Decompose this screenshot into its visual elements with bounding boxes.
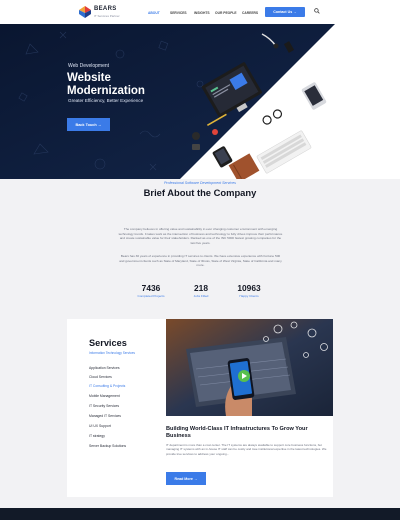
brief-kicker: Professional Software Development Servic…: [164, 181, 236, 185]
stat-value: 10963: [237, 283, 261, 293]
services-heading: Building World-Class IT Infrastructures …: [166, 426, 308, 439]
nav-our-people[interactable]: OUR PEOPLE: [215, 11, 237, 15]
services-paragraph: IT department is more than a cost center…: [166, 443, 327, 456]
service-item[interactable]: Server Backup Solutions: [89, 444, 126, 448]
site-header: BEARS IT Services Partner ABOUT SERVICES…: [0, 0, 400, 24]
search-icon[interactable]: [314, 8, 320, 14]
service-item[interactable]: UI UX Support: [89, 424, 111, 428]
hero-cta-button[interactable]: Back Touch →: [67, 118, 110, 131]
service-item[interactable]: IT strategy: [89, 434, 105, 438]
service-item[interactable]: IT Security Services: [89, 404, 119, 408]
stat-value: 218: [194, 283, 208, 293]
nav-insights[interactable]: INSIGHTS: [194, 11, 210, 15]
nav-services[interactable]: SERVICES: [170, 11, 187, 15]
logo-text[interactable]: BEARS: [94, 6, 117, 12]
logo-icon[interactable]: [78, 5, 92, 19]
stat-label: Jobs Filled: [193, 294, 209, 298]
service-item[interactable]: Application Services: [89, 366, 120, 370]
services-subtitle: Information Technology Services: [89, 351, 136, 355]
service-item-active[interactable]: IT Consulting & Projects: [89, 384, 125, 388]
contact-us-button[interactable]: Contact Us →: [265, 7, 305, 17]
brief-section: Professional Software Development Servic…: [0, 179, 400, 310]
footer-strip: [0, 508, 400, 520]
hero-title: Website Modernization: [67, 72, 145, 97]
devices-illustration: [192, 33, 327, 179]
read-more-button[interactable]: Read More →: [166, 472, 206, 485]
services-photo: [166, 319, 333, 416]
stat-value: 7436: [141, 283, 161, 293]
brief-title: Brief About the Company: [143, 187, 257, 198]
service-item[interactable]: Managed IT Services: [89, 414, 121, 418]
brief-paragraph-2: Bears has 30 years of experience in prov…: [119, 254, 282, 268]
hero-subtitle: Greater Efficiency, Better Experience: [68, 98, 144, 103]
logo-tagline: IT Services Partner: [94, 14, 120, 18]
nav-about[interactable]: ABOUT: [148, 11, 160, 15]
brief-paragraph-1: The company believes in offering value a…: [118, 227, 283, 245]
page: BEARS IT Services Partner ABOUT SERVICES…: [0, 0, 400, 520]
service-item[interactable]: Mobile Management: [89, 394, 120, 398]
hero-kicker: Web Development: [68, 63, 110, 69]
stat-label: Happy Clients: [239, 294, 259, 298]
stat-label: Completed Projects: [137, 294, 165, 298]
hero-banner: Web Development Website Modernization Gr…: [0, 24, 400, 179]
services-title: Services: [89, 338, 127, 348]
nav-careers[interactable]: CAREERS: [242, 11, 258, 15]
service-item[interactable]: Cloud Services: [89, 375, 112, 379]
